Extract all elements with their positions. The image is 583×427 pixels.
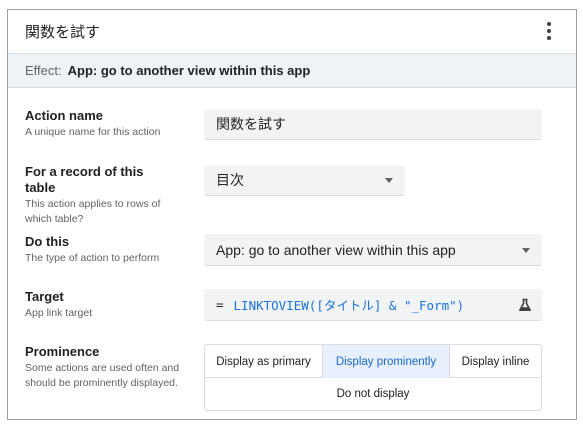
do-this-select-value: App: go to another view within this app [216, 241, 456, 258]
action-name-label-block: Action name A unique name for this actio… [25, 108, 205, 140]
display-prominently-button[interactable]: Display prominently [323, 345, 450, 378]
action-name-label: Action name [25, 108, 104, 123]
prominence-label: Prominence [25, 344, 100, 359]
prominence-row: Display as primary Display prominently D… [205, 345, 541, 378]
prominence-help: Some actions are used often and should b… [25, 362, 180, 389]
table-select-value: 目次 [216, 172, 244, 188]
panel-title: 関数を試す [25, 24, 101, 41]
target-label-block: Target App link target [25, 289, 205, 321]
target-formula: LINKTOVIEW([タイトル] & "_Form") [233, 298, 465, 313]
table-help: This action applies to rows of which tab… [25, 198, 161, 225]
caret-down-icon [522, 247, 530, 253]
action-name-help: A unique name for this action [25, 126, 161, 138]
target-help: App link target [25, 307, 93, 319]
effect-value: App: go to another view within this app [67, 63, 311, 78]
table-select[interactable]: 目次 [204, 165, 405, 196]
formula-equals: = [216, 297, 224, 312]
do-this-label: Do this [25, 234, 70, 249]
target-formula-input[interactable]: = LINKTOVIEW([タイトル] & "_Form") [204, 289, 542, 321]
effect-bar: Effect: App: go to another view within t… [8, 53, 576, 88]
action-name-value: 関数を試す [216, 116, 286, 132]
table-label-block: For a record of this table This action a… [25, 164, 175, 227]
more-vert-icon[interactable] [544, 22, 554, 40]
prominence-label-block: Prominence Some actions are used often a… [25, 344, 190, 391]
flask-icon[interactable] [518, 298, 532, 312]
caret-down-icon [385, 178, 393, 183]
action-name-input[interactable]: 関数を試す [204, 109, 542, 140]
panel-header: 関数を試す [8, 10, 576, 53]
effect-label: Effect: [25, 63, 62, 78]
display-as-primary-button[interactable]: Display as primary [205, 345, 323, 378]
do-not-display-button[interactable]: Do not display [205, 378, 541, 410]
action-editor-panel: 関数を試す Effect: App: go to another view wi… [7, 9, 577, 420]
prominence-button-group: Display as primary Display prominently D… [204, 344, 542, 411]
do-this-select[interactable]: App: go to another view within this app [204, 234, 542, 266]
target-label: Target [25, 289, 64, 304]
do-this-help: The type of action to perform [25, 252, 160, 264]
display-inline-button[interactable]: Display inline [450, 345, 541, 378]
do-this-label-block: Do this The type of action to perform [25, 234, 205, 266]
table-label: For a record of this table [25, 164, 144, 195]
